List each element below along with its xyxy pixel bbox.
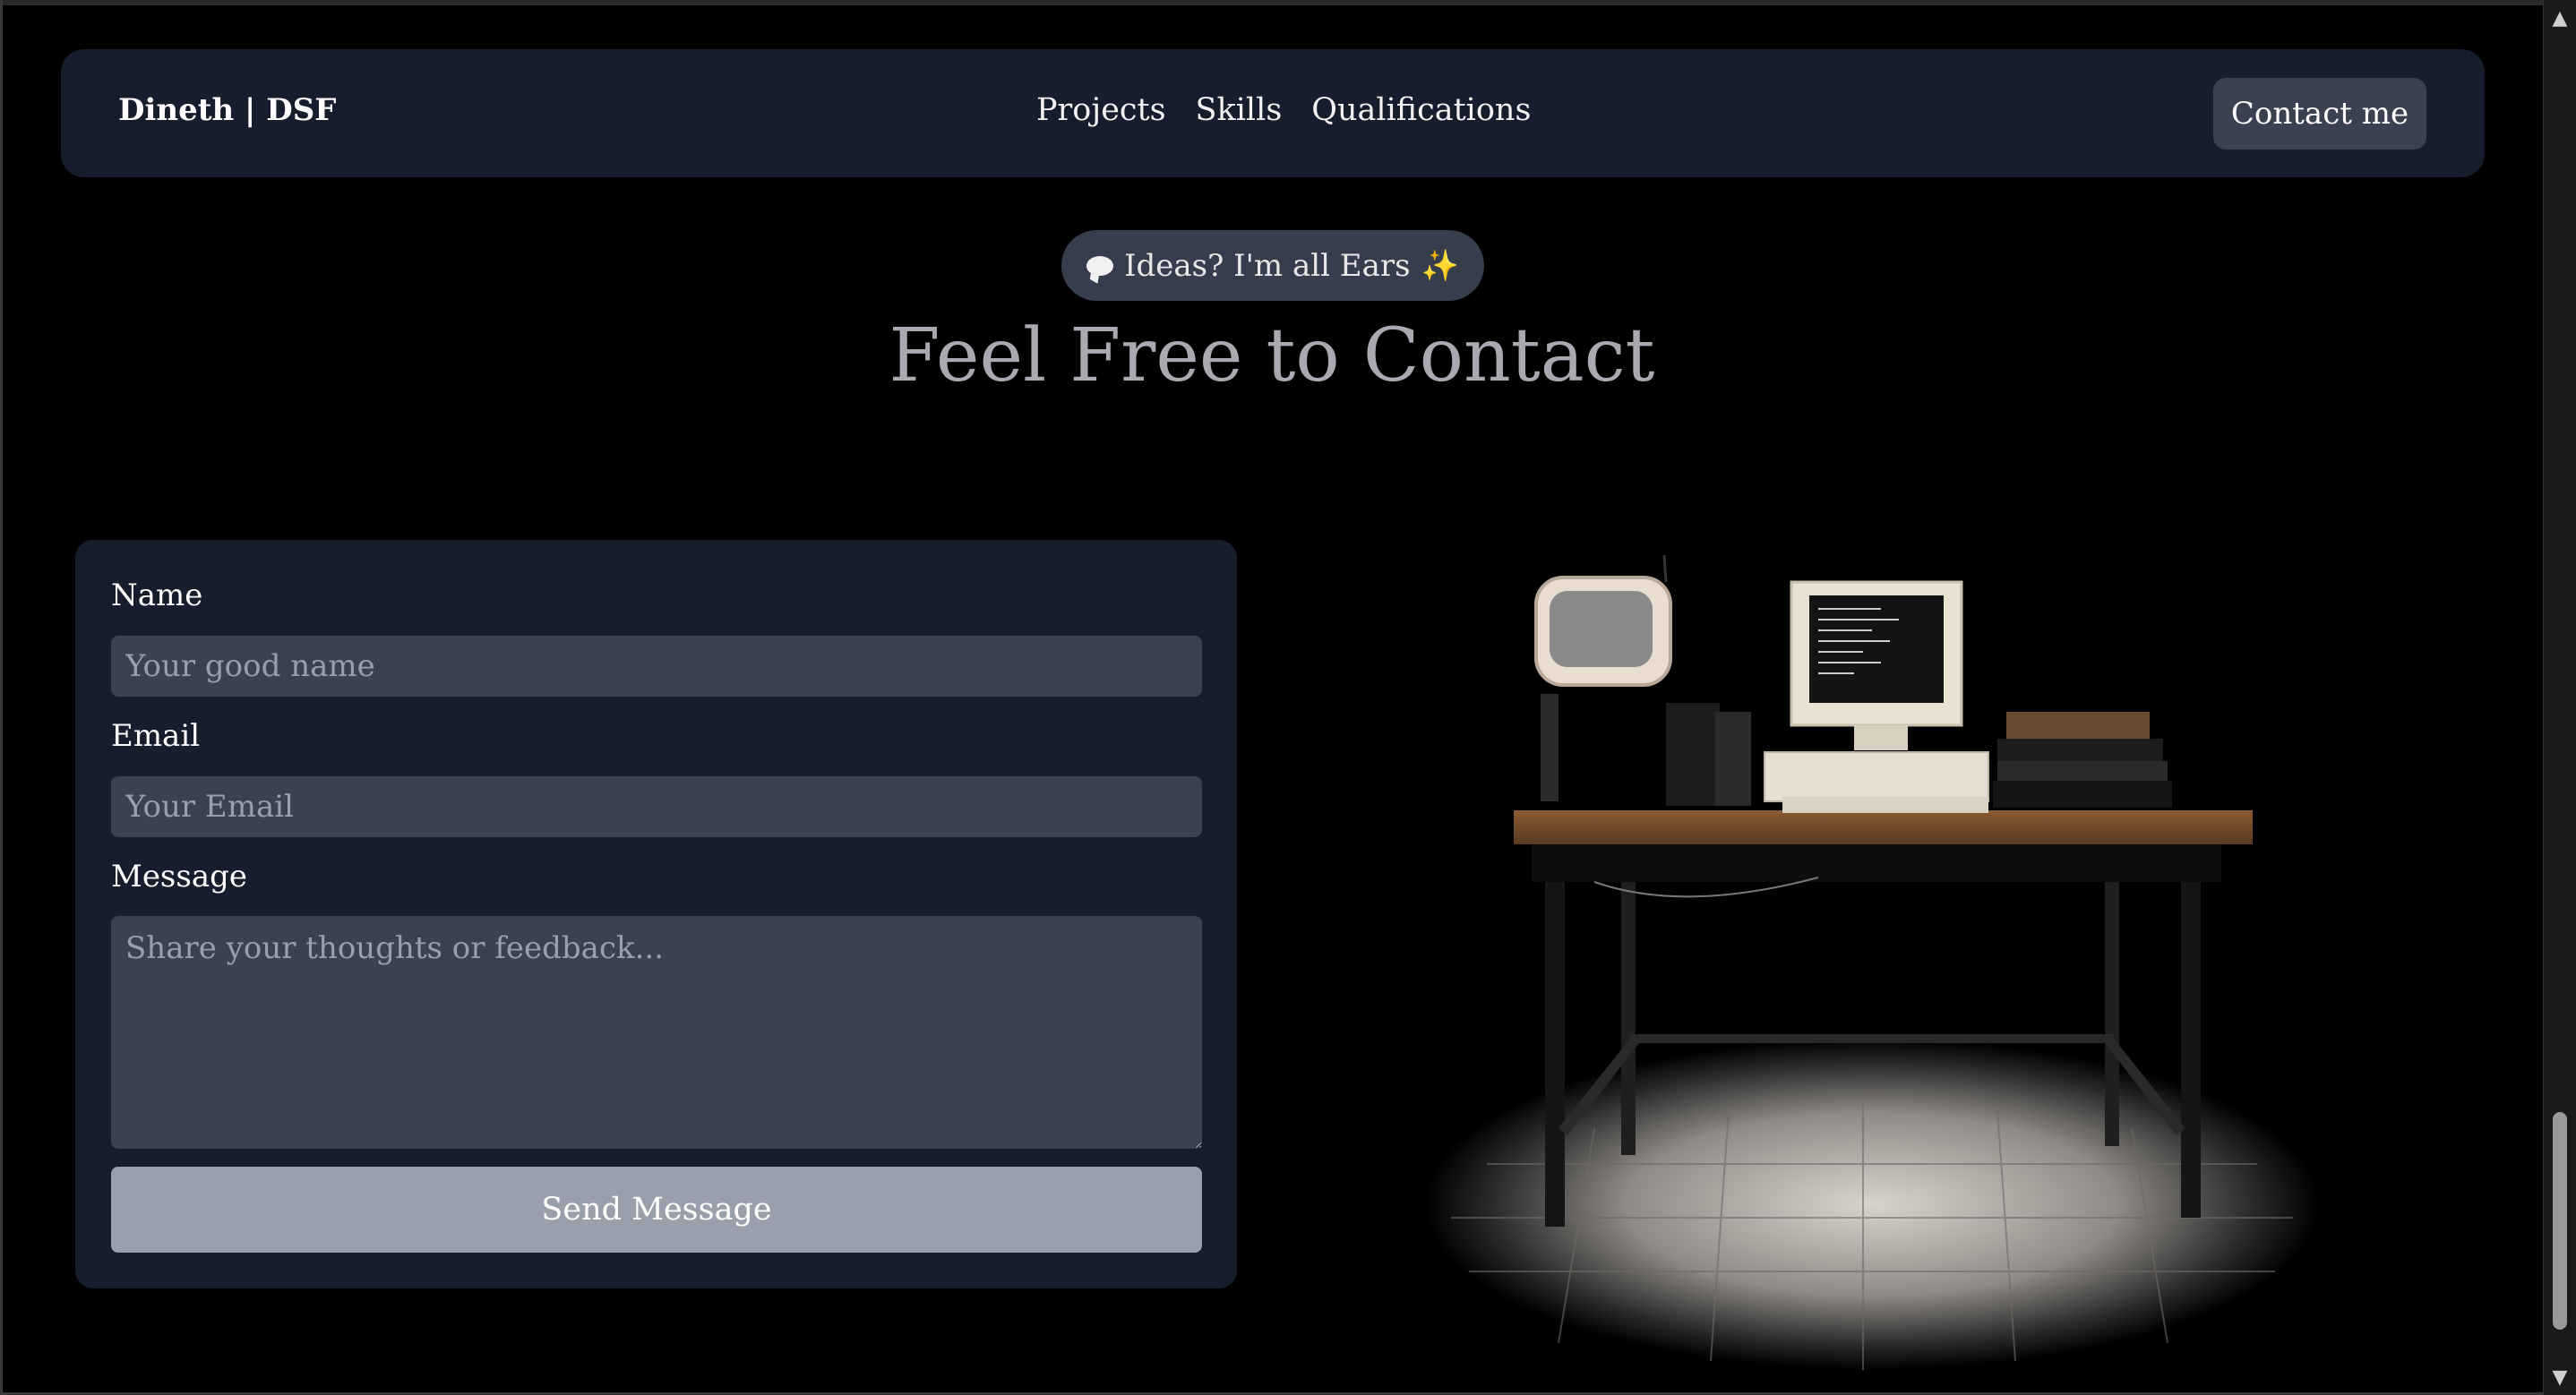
contact-form: Name Email Message Send Message bbox=[75, 540, 1237, 1288]
nav-links: Projects Skills Qualifications bbox=[1036, 92, 1531, 128]
tv-antenna bbox=[1662, 554, 1668, 583]
badge-text: Ideas? I'm all Ears bbox=[1124, 247, 1411, 284]
stacked-device bbox=[1997, 761, 2168, 781]
scroll-down-arrow-icon[interactable]: ▼ bbox=[2544, 1365, 2576, 1391]
brand-logo[interactable]: Dineth | DSF bbox=[118, 92, 336, 128]
contact-me-button[interactable]: Contact me bbox=[2213, 78, 2426, 150]
keyboard-icon bbox=[1782, 797, 1988, 813]
desk-leg bbox=[1621, 877, 1636, 1155]
radio-icon bbox=[1541, 694, 1558, 801]
computer-case bbox=[1764, 751, 1989, 802]
scroll-thumb[interactable] bbox=[2553, 1112, 2567, 1330]
desk-leg bbox=[1545, 877, 1565, 1227]
monitor-screen bbox=[1809, 595, 1944, 703]
nav-link-qualifications[interactable]: Qualifications bbox=[1311, 92, 1531, 128]
scroll-up-arrow-icon[interactable]: ▲ bbox=[2544, 5, 2576, 32]
window-frame-top bbox=[0, 0, 2576, 5]
monitor-stand bbox=[1854, 725, 1908, 750]
ideas-badge: Ideas? I'm all Ears ✨ bbox=[1061, 230, 1484, 301]
email-input[interactable] bbox=[111, 776, 1202, 837]
send-message-button[interactable]: Send Message bbox=[111, 1167, 1202, 1253]
vertical-scrollbar[interactable]: ▲ ▼ bbox=[2543, 0, 2576, 1395]
stacked-device bbox=[1993, 781, 2172, 808]
email-label: Email bbox=[111, 718, 201, 754]
desk-stretcher bbox=[1630, 1034, 2114, 1043]
page-title: Feel Free to Contact bbox=[889, 313, 1655, 398]
stacked-device bbox=[2006, 712, 2150, 739]
desk-top bbox=[1514, 810, 2253, 844]
nav-link-skills[interactable]: Skills bbox=[1196, 92, 1283, 128]
retro-desk-3d-icon bbox=[1424, 554, 2320, 1370]
nav-link-projects[interactable]: Projects bbox=[1036, 92, 1166, 128]
stacked-device bbox=[1997, 739, 2163, 761]
desk-leg bbox=[2105, 877, 2119, 1146]
name-input[interactable] bbox=[111, 636, 1202, 697]
desk-leg bbox=[2181, 877, 2201, 1218]
message-textarea[interactable] bbox=[111, 916, 1202, 1149]
tv-screen bbox=[1550, 591, 1653, 667]
sparkles-icon: ✨ bbox=[1421, 247, 1459, 284]
speaker-icon bbox=[1715, 712, 1751, 806]
name-label: Name bbox=[111, 578, 203, 613]
speech-bubble-icon bbox=[1086, 255, 1114, 276]
speaker-icon bbox=[1666, 703, 1720, 806]
message-label: Message bbox=[111, 859, 247, 894]
navbar: Dineth | DSF Projects Skills Qualificati… bbox=[61, 49, 2485, 177]
desk-frame bbox=[1532, 842, 2221, 882]
window-frame-left bbox=[0, 0, 3, 1395]
